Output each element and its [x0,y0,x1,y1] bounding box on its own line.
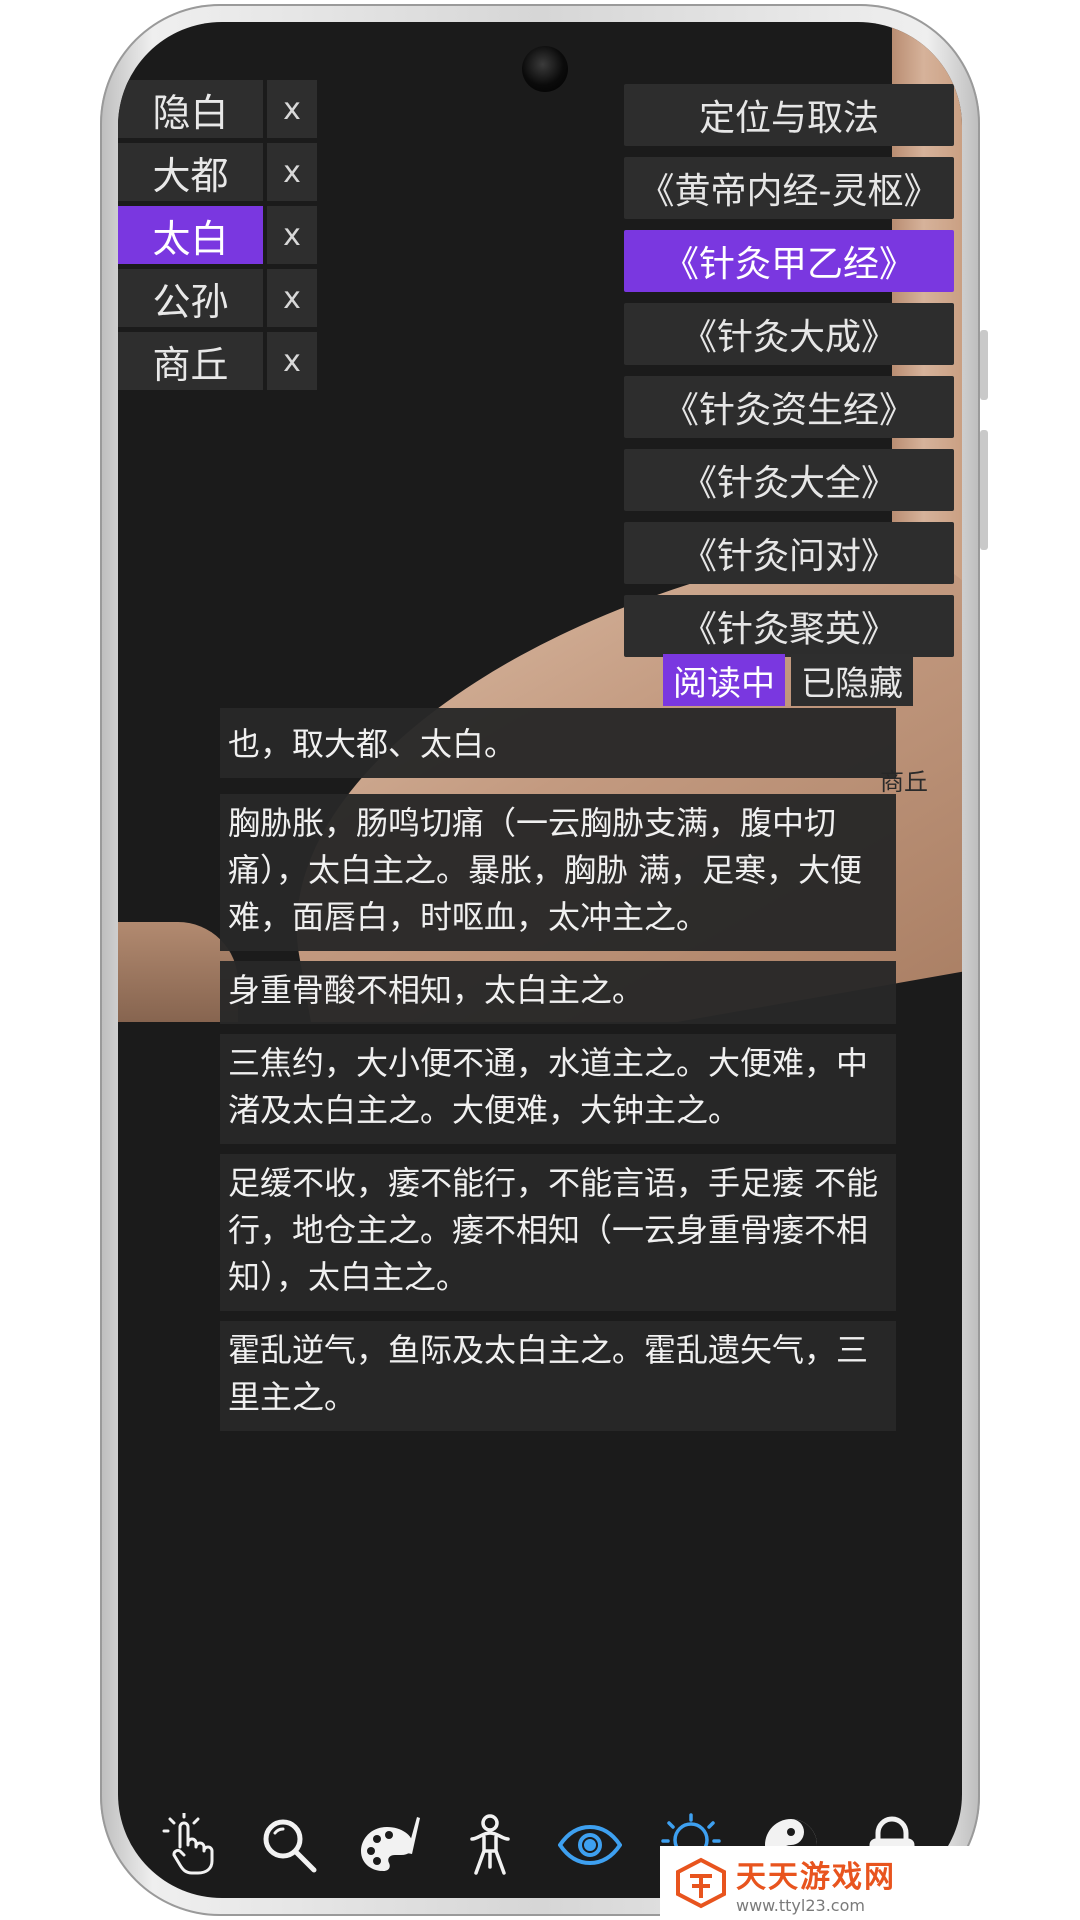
acupoint-name[interactable]: 隐白 [118,80,263,138]
palette-icon [361,1817,421,1871]
passage-text: 足缓不收，痿不能行，不能言语，手足痿 不能行，地仓主之。痿不相知（一云身重骨痿不… [228,1164,879,1296]
watermark-title: 天天游戏网 [736,1859,896,1895]
passage-card: 三焦约，大小便不通，水道主之。大便难，中渚及太白主之。大便难，大钟主之。 [220,1034,896,1144]
view-toggle-group: 阅读中 已隐藏 [663,654,913,706]
source-item-dacheng[interactable]: 《针灸大成》 [624,303,954,365]
source-item-location[interactable]: 定位与取法 [624,84,954,146]
source-item-zishengjing[interactable]: 《针灸资生经》 [624,376,954,438]
source-item-lingshu[interactable]: 《黄帝内经-灵枢》 [624,157,954,219]
source-item-daquan[interactable]: 《针灸大全》 [624,449,954,511]
passage-text: 三焦约，大小便不通，水道主之。大便难，中渚及太白主之。大便难，大钟主之。 [228,1044,869,1129]
source-list: 定位与取法 《黄帝内经-灵枢》 《针灸甲乙经》 《针灸大成》 《针灸资生经》 《… [624,84,954,668]
search-icon [263,1819,317,1873]
watermark-url: www.ttyl23.com [736,1895,865,1915]
passage-text: 霍乱逆气，鱼际及太白主之。霍乱遗矢气，三里主之。 [228,1331,869,1416]
volume-button [980,330,988,400]
passage-card: 也，取大都、太白。 [220,708,896,778]
close-icon[interactable]: x [267,206,317,264]
watermark-text: 天天游戏网 www.ttyl23.com [736,1852,896,1915]
close-icon[interactable]: x [267,80,317,138]
source-item-wendui[interactable]: 《针灸问对》 [624,522,954,584]
acupoint-row: 商丘 x [118,332,318,390]
acupoint-name[interactable]: 大都 [118,143,263,201]
power-button [980,430,988,550]
acupoint-row: 太白 x [118,206,318,264]
page: 商丘 隐白 x 大都 x 太白 x 公孙 x 商丘 x 定位与取法 《黄帝内经-… [0,0,1080,1920]
search-button[interactable] [249,1805,329,1885]
close-icon[interactable]: x [267,143,317,201]
passage-card: 足缓不收，痿不能行，不能言语，手足痿 不能行，地仓主之。痿不相知（一云身重骨痿不… [220,1154,896,1311]
passage-card: 霍乱逆气，鱼际及太白主之。霍乱遗矢气，三里主之。 [220,1321,896,1431]
phone-screen: 商丘 隐白 x 大都 x 太白 x 公孙 x 商丘 x 定位与取法 《黄帝内经-… [118,22,962,1898]
acupoint-name-selected[interactable]: 太白 [118,206,263,264]
reading-toggle[interactable]: 阅读中 [663,654,785,706]
hidden-toggle[interactable]: 已隐藏 [791,654,913,706]
person-button[interactable] [450,1805,530,1885]
tap-hand-icon [162,1813,214,1875]
close-icon[interactable]: x [267,332,317,390]
site-watermark: 天天游戏网 www.ttyl23.com [660,1846,1080,1920]
front-camera [522,46,568,92]
site-logo-icon [676,1857,726,1909]
source-item-jiayijing[interactable]: 《针灸甲乙经》 [624,230,954,292]
passage-list[interactable]: 也，取大都、太白。 胸胁胀，肠鸣切痛（一云胸胁支满，腹中切痛），太白主之。暴胀，… [220,708,896,1441]
source-item-juying[interactable]: 《针灸聚英》 [624,595,954,657]
passage-text: 胸胁胀，肠鸣切痛（一云胸胁支满，腹中切痛），太白主之。暴胀，胸胁 满，足寒，大便… [228,804,863,936]
palette-button[interactable] [349,1805,429,1885]
acupoint-name[interactable]: 公孙 [118,269,263,327]
acupoint-row: 大都 x [118,143,318,201]
acupoint-list: 隐白 x 大都 x 太白 x 公孙 x 商丘 x [118,80,318,395]
person-icon [470,1814,510,1875]
eye-button[interactable] [550,1805,630,1885]
eye-icon [558,1824,623,1866]
acupoint-name[interactable]: 商丘 [118,332,263,390]
passage-text: 也，取大都、太白。 [228,725,517,763]
acupoint-row: 隐白 x [118,80,318,138]
passage-text: 身重骨酸不相知，太白主之。 [228,971,645,1009]
tap-hand-button[interactable] [148,1805,228,1885]
passage-card: 胸胁胀，肠鸣切痛（一云胸胁支满，腹中切痛），太白主之。暴胀，胸胁 满，足寒，大便… [220,794,896,951]
close-icon[interactable]: x [267,269,317,327]
acupoint-row: 公孙 x [118,269,318,327]
passage-card: 身重骨酸不相知，太白主之。 [220,961,896,1024]
